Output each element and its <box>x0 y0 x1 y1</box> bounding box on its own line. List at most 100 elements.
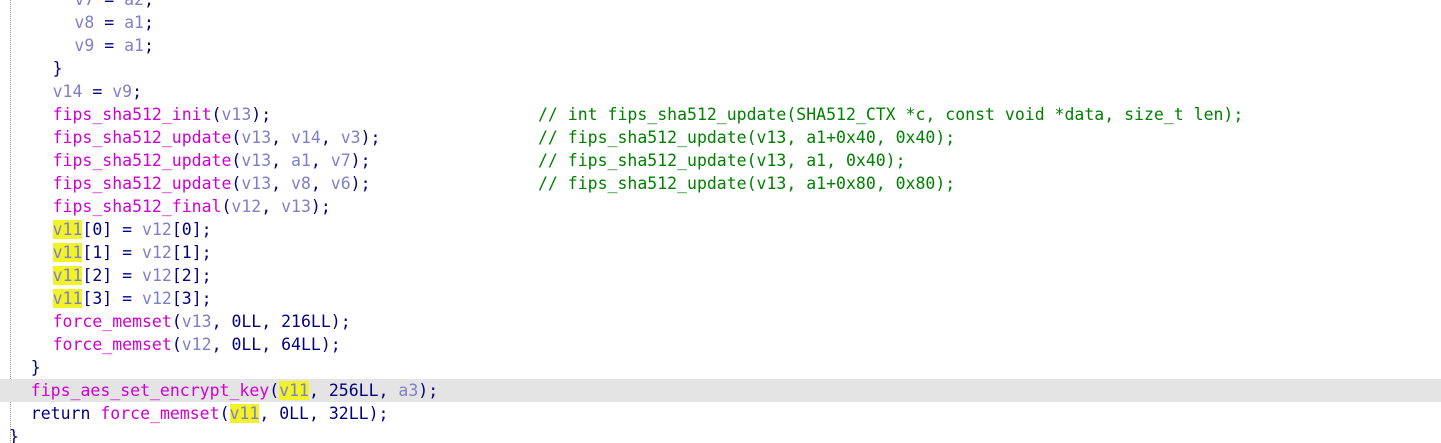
code-token: , <box>309 404 329 423</box>
variable-name[interactable]: v13 <box>241 174 271 193</box>
code-token: , <box>261 197 282 216</box>
variable-name[interactable]: a1 <box>124 13 144 32</box>
code-line[interactable]: } <box>0 57 1441 80</box>
code-line[interactable]: fips_aes_set_encrypt_key(v11, 256LL, a3)… <box>0 379 1441 402</box>
code-statement: v11[2] = v12[2]; <box>52 264 212 287</box>
variable-name[interactable]: v13 <box>241 151 271 170</box>
function-name[interactable]: fips_sha512_update <box>53 151 232 170</box>
variable-name[interactable]: a3 <box>398 381 418 400</box>
code-line[interactable]: } <box>0 425 1441 443</box>
code-token: = <box>94 0 124 9</box>
code-line[interactable]: } <box>0 356 1441 379</box>
code-token: ); <box>418 381 439 400</box>
pseudocode-view[interactable]: v7 = a2;v8 = a1;v9 = a1;}v14 = v9;fips_s… <box>0 0 1441 443</box>
variable-name[interactable]: v12 <box>142 243 172 262</box>
variable-name[interactable]: v13 <box>221 105 251 124</box>
function-name[interactable]: fips_sha512_update <box>53 174 232 193</box>
highlighted-variable[interactable]: v11 <box>52 220 83 239</box>
code-statement: v11[3] = v12[3]; <box>52 287 212 310</box>
code-line[interactable]: v11[3] = v12[3]; <box>0 287 1441 310</box>
code-token: } <box>52 59 63 78</box>
function-name[interactable]: force_memset <box>53 312 172 331</box>
code-token: [1] = <box>82 243 143 262</box>
variable-name[interactable]: v13 <box>182 312 212 331</box>
variable-name[interactable]: v13 <box>281 197 311 216</box>
code-token: , <box>310 151 331 170</box>
code-line[interactable]: v7 = a2; <box>0 0 1441 11</box>
code-statement: v11[1] = v12[1]; <box>52 241 212 264</box>
code-token: [0] = <box>82 220 143 239</box>
variable-name[interactable]: v14 <box>53 82 83 101</box>
highlighted-variable[interactable]: v11 <box>229 404 260 423</box>
code-token: , <box>271 128 292 147</box>
variable-name[interactable]: v12 <box>142 266 172 285</box>
variable-name[interactable]: v3 <box>341 128 361 147</box>
code-line[interactable]: fips_sha512_init(v13); // int fips_sha512… <box>0 103 1441 126</box>
code-token: , <box>308 381 329 400</box>
code-comment: // fips_sha512_update(v13, a1+0x40, 0x40… <box>538 128 956 147</box>
code-token: = <box>82 82 113 101</box>
variable-name[interactable]: v12 <box>182 335 212 354</box>
numeric-literal: 0LL <box>231 312 262 331</box>
code-statement: v9 = a1; <box>74 34 154 57</box>
variable-name[interactable]: a1 <box>124 36 144 55</box>
code-line[interactable]: v11[1] = v12[1]; <box>0 241 1441 264</box>
code-line[interactable]: force_memset(v12, 0LL, 64LL); <box>0 333 1441 356</box>
code-statement: fips_aes_set_encrypt_key(v11, 256LL, a3)… <box>31 379 438 402</box>
code-token: ); <box>360 128 381 147</box>
variable-name[interactable]: a1 <box>291 151 311 170</box>
code-token: , <box>310 174 331 193</box>
code-token: ); <box>330 312 351 331</box>
variable-name[interactable]: v14 <box>291 128 321 147</box>
highlighted-variable[interactable]: v11 <box>52 243 83 262</box>
code-token: ( <box>171 335 182 354</box>
code-token: , <box>320 128 341 147</box>
function-name[interactable]: fips_aes_set_encrypt_key <box>31 381 269 400</box>
code-statement: } <box>9 425 19 443</box>
code-token: [2]; <box>171 266 212 285</box>
code-line[interactable]: fips_sha512_update(v13, v14, v3); // fips… <box>0 126 1441 149</box>
variable-name[interactable]: v9 <box>112 82 132 101</box>
code-line[interactable]: fips_sha512_update(v13, a1, v7); // fips_… <box>0 149 1441 172</box>
function-name[interactable]: force_memset <box>53 335 172 354</box>
function-name[interactable]: force_memset <box>100 404 219 423</box>
code-line[interactable]: v8 = a1; <box>0 11 1441 34</box>
code-line[interactable]: return force_memset(v11, 0LL, 32LL); <box>0 402 1441 425</box>
code-token: ; <box>143 13 154 32</box>
highlighted-variable[interactable]: v11 <box>52 266 83 285</box>
code-line[interactable]: v14 = v9; <box>0 80 1441 103</box>
variable-name[interactable]: v8 <box>291 174 311 193</box>
highlighted-variable[interactable]: v11 <box>279 381 309 400</box>
function-name[interactable]: fips_sha512_init <box>53 105 212 124</box>
code-token: ( <box>171 312 182 331</box>
function-name[interactable]: fips_sha512_final <box>53 197 222 216</box>
code-token: [2] = <box>82 266 143 285</box>
code-token: ; <box>143 36 154 55</box>
code-line[interactable]: v11[2] = v12[2]; <box>0 264 1441 287</box>
code-token: ); <box>320 335 341 354</box>
code-line[interactable]: force_memset(v13, 0LL, 216LL); <box>0 310 1441 333</box>
variable-name[interactable]: v6 <box>331 174 351 193</box>
variable-name[interactable]: v7 <box>331 151 351 170</box>
code-token: = <box>94 36 125 55</box>
function-name[interactable]: fips_sha512_update <box>53 128 232 147</box>
variable-name[interactable]: v13 <box>241 128 271 147</box>
variable-name[interactable]: v9 <box>74 36 94 55</box>
code-line[interactable]: fips_sha512_update(v13, v8, v6); // fips_… <box>0 172 1441 195</box>
variable-name[interactable]: a2 <box>124 0 144 9</box>
code-statement: force_memset(v12, 0LL, 64LL); <box>53 333 341 356</box>
code-token: } <box>9 427 19 443</box>
variable-name[interactable]: v8 <box>74 13 94 32</box>
code-line[interactable]: v11[0] = v12[0]; <box>0 218 1441 241</box>
variable-name[interactable]: v12 <box>142 220 172 239</box>
numeric-literal: 0LL <box>231 335 262 354</box>
code-line[interactable]: v9 = a1; <box>0 34 1441 57</box>
code-line[interactable]: fips_sha512_final(v12, v13); <box>0 195 1441 218</box>
code-token: , <box>261 312 282 331</box>
variable-name[interactable]: v12 <box>231 197 261 216</box>
code-token: ); <box>251 105 272 124</box>
highlighted-variable[interactable]: v11 <box>52 289 83 308</box>
code-statement: fips_sha512_update(v13, a1, v7); <box>53 149 371 172</box>
variable-name[interactable]: v7 <box>74 0 94 9</box>
variable-name[interactable]: v12 <box>142 289 172 308</box>
